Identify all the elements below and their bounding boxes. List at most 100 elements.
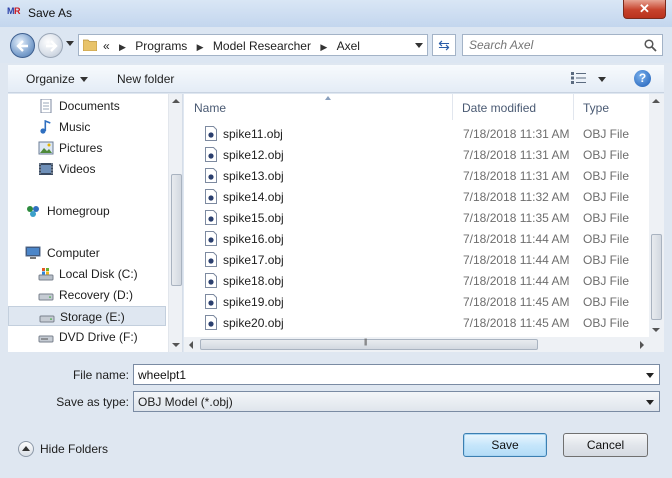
view-dropdown-icon[interactable] [598,77,606,82]
help-icon[interactable]: ? [634,70,651,87]
folder-icon [83,39,97,51]
back-button[interactable] [10,33,35,58]
pictures-icon [38,141,54,155]
close-button[interactable]: ✕ [623,0,666,19]
back-arrow-icon [16,40,28,52]
forward-button[interactable] [38,33,63,58]
search-box[interactable] [462,34,663,56]
search-input[interactable] [469,37,639,53]
file-row[interactable]: spike15.obj 7/18/2018 11:35 AM OBJ File [184,207,650,228]
file-row[interactable]: spike14.obj 7/18/2018 11:32 AM OBJ File [184,186,650,207]
hard-drive-icon [39,315,55,323]
nav-item-drive-d[interactable]: Recovery (D:) [8,285,166,305]
breadcrumb: « ▶ Programs ▶ Model Researcher ▶ Axel [103,39,360,53]
file-date: 7/18/2018 11:31 AM [463,148,570,162]
file-list: Name Date modified Type spike11.obj 7/18/… [184,94,664,352]
new-folder-button[interactable]: New folder [117,72,174,86]
navigation-pane: Documents Music Pictures Videos Homegrou… [8,94,183,352]
file-date: 7/18/2018 11:44 AM [463,274,570,288]
file-name-field[interactable] [133,364,660,385]
nav-item-music[interactable]: Music [8,117,166,137]
breadcrumb-item[interactable]: Programs [135,39,187,53]
file-name-input[interactable] [138,367,628,382]
file-name: spike18.obj [223,274,284,288]
nav-item-drive-c[interactable]: Local Disk (C:) [8,264,166,284]
file-date: 7/18/2018 11:31 AM [463,127,570,141]
chevron-right-icon[interactable]: ▶ [119,42,126,53]
file-type: OBJ File [583,169,630,183]
grip-icon: ||| [364,339,368,346]
scroll-thumb[interactable] [200,339,538,350]
view-options-icon[interactable] [571,72,587,84]
file-date: 7/18/2018 11:31 AM [463,169,570,183]
recent-locations-dropdown[interactable] [66,41,74,46]
file-icon [205,315,217,330]
chevron-right-icon[interactable]: ▶ [197,42,204,53]
nav-item-computer[interactable]: Computer [8,243,166,263]
file-row[interactable]: spike11.obj 7/18/2018 11:31 AM OBJ File [184,123,650,144]
file-type: OBJ File [583,274,630,288]
file-type: OBJ File [583,148,630,162]
file-list-vertical-scrollbar[interactable] [649,94,664,352]
file-row[interactable]: spike18.obj 7/18/2018 11:44 AM OBJ File [184,270,650,291]
file-name-label: File name: [72,368,129,382]
organize-button[interactable]: Organize [26,72,88,86]
file-type: OBJ File [583,190,630,204]
file-row[interactable]: spike19.obj 7/18/2018 11:45 AM OBJ File [184,291,650,312]
breadcrumb-item[interactable]: Model Researcher [213,39,311,53]
column-header-label: Type [583,101,610,115]
scroll-left-icon[interactable] [189,341,193,349]
scroll-down-icon[interactable] [652,328,660,332]
file-row[interactable]: spike16.obj 7/18/2018 11:44 AM OBJ File [184,228,650,249]
nav-item-drive-e[interactable]: Storage (E:) [8,306,166,326]
command-toolbar: Organize New folder ? [8,65,664,93]
file-row[interactable]: spike17.obj 7/18/2018 11:44 AM OBJ File [184,249,650,270]
file-type: OBJ File [583,127,630,141]
save-type-select[interactable]: OBJ Model (*.obj) [133,391,660,412]
address-bar[interactable]: « ▶ Programs ▶ Model Researcher ▶ Axel [78,34,428,56]
file-icon [205,126,217,141]
file-row[interactable]: spike13.obj 7/18/2018 11:31 AM OBJ File [184,165,650,186]
scroll-right-icon[interactable] [640,341,644,349]
scroll-thumb[interactable] [651,234,662,320]
organize-label: Organize [26,72,75,86]
file-list-horizontal-scrollbar[interactable]: ||| [184,337,649,352]
file-date: 7/18/2018 11:35 AM [463,211,570,225]
column-header-type[interactable]: Type [575,94,649,120]
file-name: spike15.obj [223,211,284,225]
file-name: spike16.obj [223,232,284,246]
scroll-up-icon[interactable] [652,99,660,103]
nav-item-pictures[interactable]: Pictures [8,138,166,158]
scroll-up-icon[interactable] [172,99,180,103]
file-name: spike19.obj [223,295,284,309]
window-title: Save As [28,6,73,20]
file-date: 7/18/2018 11:32 AM [463,190,570,204]
nav-item-homegroup[interactable]: Homegroup [8,201,166,221]
file-row[interactable]: spike20.obj 7/18/2018 11:45 AM OBJ File [184,312,650,333]
nav-item-label: Homegroup [47,204,110,218]
file-row[interactable]: spike12.obj 7/18/2018 11:31 AM OBJ File [184,144,650,165]
save-button[interactable]: Save [463,433,547,457]
dvd-drive-icon [38,335,54,343]
chevron-right-icon[interactable]: ▶ [320,42,327,53]
title-bar: MR Save As ✕ [0,0,672,27]
save-type-value: OBJ Model (*.obj) [138,395,233,409]
nav-scrollbar[interactable] [168,94,182,352]
nav-item-drive-f[interactable]: DVD Drive (F:) [8,327,166,347]
homegroup-icon [27,206,39,217]
refresh-button[interactable]: ⇆ [432,34,456,56]
breadcrumb-item[interactable]: Axel [337,39,360,53]
column-header-name[interactable]: Name [186,94,453,120]
address-dropdown-icon[interactable] [415,43,423,48]
scroll-down-icon[interactable] [172,343,180,347]
nav-item-videos[interactable]: Videos [8,159,166,179]
cancel-button[interactable]: Cancel [563,433,648,457]
sort-ascending-icon [325,96,331,100]
file-type: OBJ File [583,232,630,246]
chevron-down-icon[interactable] [646,373,654,378]
nav-item-documents[interactable]: Documents [8,96,166,116]
column-header-date[interactable]: Date modified [454,94,574,120]
computer-icon [25,246,41,259]
breadcrumb-overflow[interactable]: « [103,39,110,53]
scroll-thumb[interactable] [171,174,182,286]
